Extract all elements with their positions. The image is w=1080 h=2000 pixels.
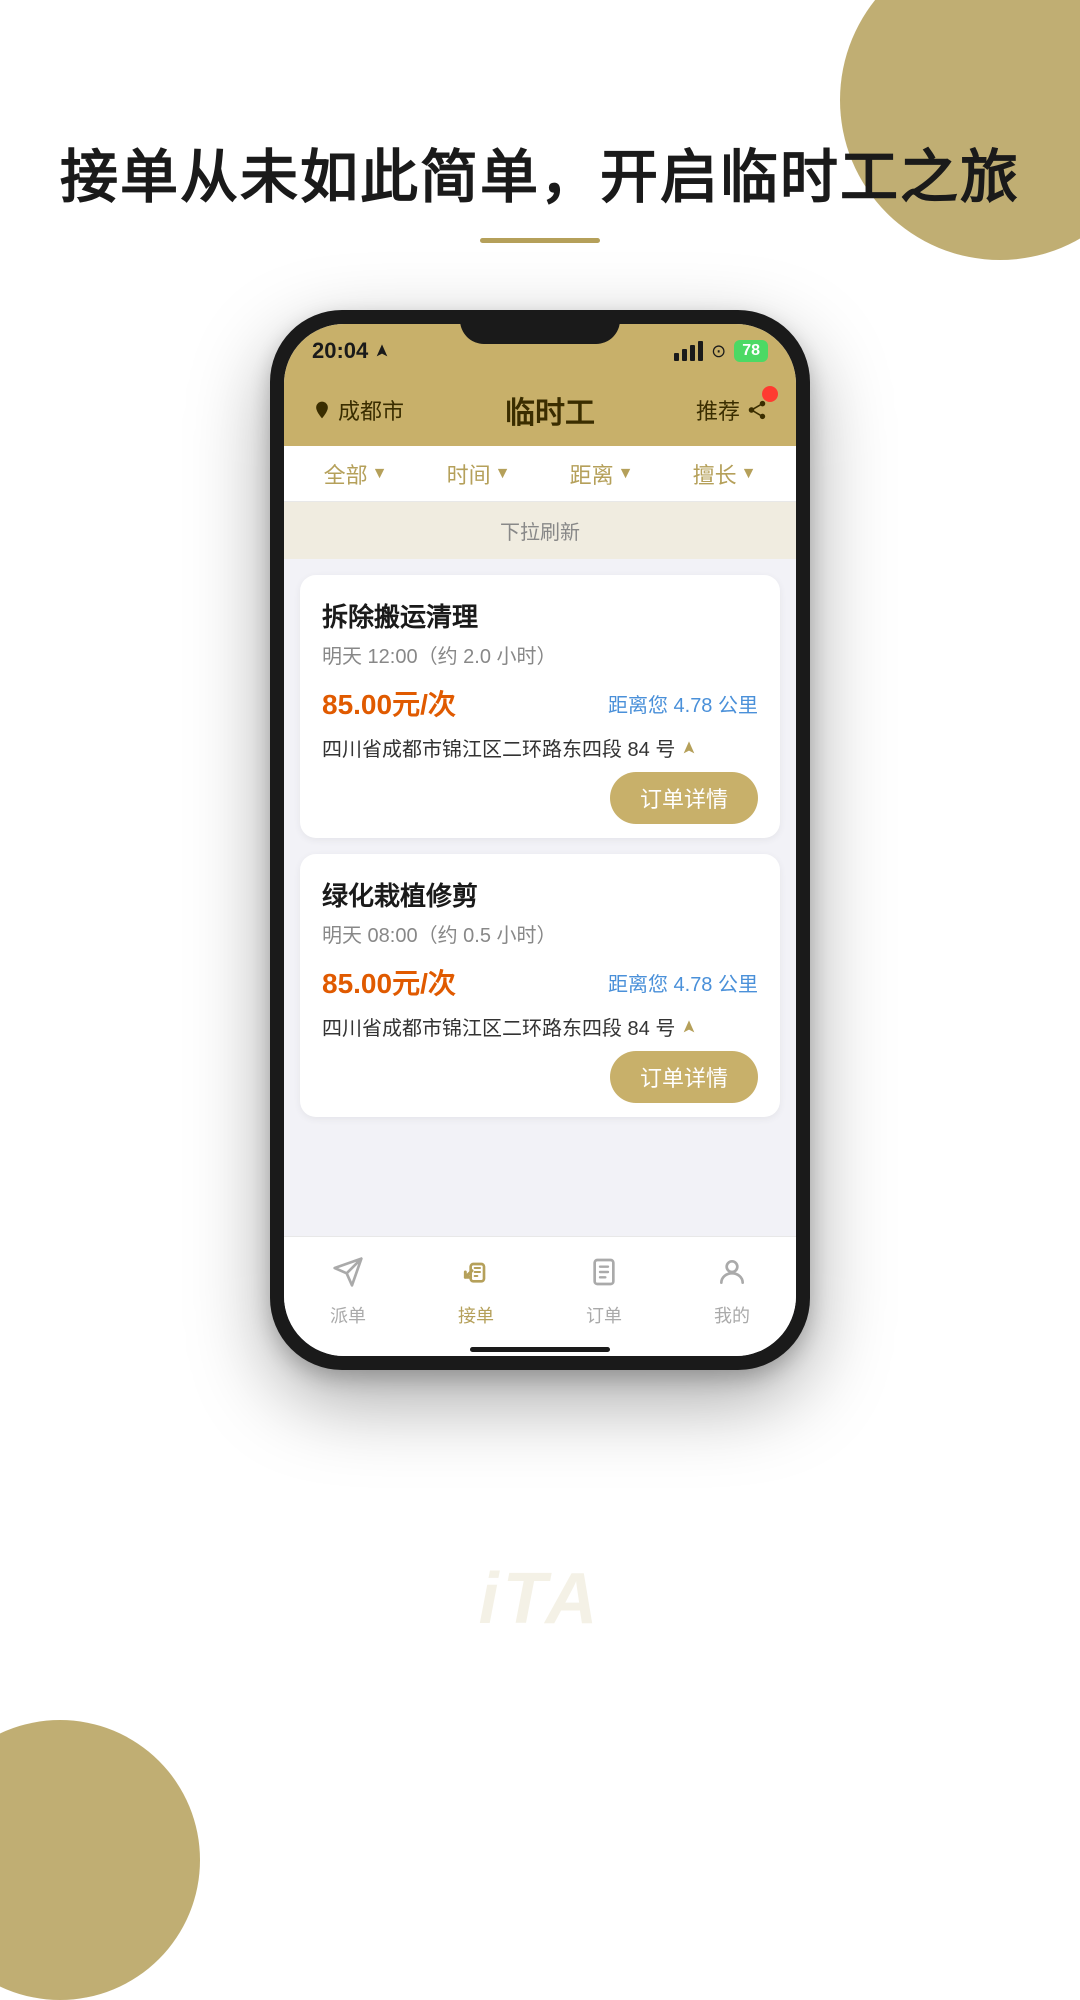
nav-icon-profile — [716, 1256, 748, 1296]
home-bar — [470, 1347, 610, 1352]
signal-icon — [674, 341, 703, 361]
nav-label-profile: 我的 — [714, 1302, 750, 1328]
time-text: 20:04 — [312, 338, 368, 364]
filter-bar: 全部 ▼ 时间 ▼ 距离 ▼ 擅长 ▼ — [284, 446, 796, 502]
filter-distance-chevron: ▼ — [618, 465, 634, 483]
job-time-2: 明天 08:00（约 0.5 小时） — [322, 919, 758, 948]
status-time: 20:04 — [312, 338, 390, 364]
bottom-nav: 派单 接单 — [284, 1236, 796, 1346]
pull-refresh: 下拉刷新 — [284, 502, 796, 559]
nav-label-accept: 接单 — [458, 1302, 494, 1328]
location-pin-icon — [312, 400, 332, 420]
wifi-icon: ⊙ — [711, 341, 726, 362]
headline-underline — [480, 238, 600, 243]
job-time-1: 明天 12:00（约 2.0 小时） — [322, 640, 758, 669]
deco-circle-bottom-left — [0, 1720, 200, 2000]
navigate-icon-1 — [681, 740, 697, 756]
filter-time-label: 时间 — [447, 458, 491, 490]
job-address-row-2: 四川省成都市锦江区二环路东四段 84 号 — [322, 1012, 758, 1041]
phone-notch — [460, 310, 620, 344]
ita-watermark: iTA — [479, 1558, 602, 1640]
filter-tab-all[interactable]: 全部 ▼ — [294, 446, 417, 501]
header-title: 临时工 — [505, 388, 595, 432]
nav-label-dispatch: 派单 — [330, 1302, 366, 1328]
battery-badge: 78 — [734, 340, 768, 362]
navigate-icon-2 — [681, 1019, 697, 1035]
job-price-row-2: 85.00元/次 距离您 4.78 公里 — [322, 962, 758, 1002]
job-card-2: 绿化栽植修剪 明天 08:00（约 0.5 小时） 85.00元/次 距离您 4… — [300, 854, 780, 1117]
filter-skill-chevron: ▼ — [741, 465, 757, 483]
job-address-1: 四川省成都市锦江区二环路东四段 84 号 — [322, 733, 697, 762]
job-price-row-1: 85.00元/次 距离您 4.78 公里 — [322, 683, 758, 723]
headline-section: 接单从未如此简单，开启临时工之旅 — [0, 130, 1080, 243]
job-distance-2: 距离您 4.78 公里 — [608, 968, 758, 997]
filter-all-chevron: ▼ — [372, 465, 388, 483]
detail-btn-2[interactable]: 订单详情 — [610, 1051, 758, 1103]
home-indicator — [284, 1346, 796, 1356]
cards-area: 拆除搬运清理 明天 12:00（约 2.0 小时） 85.00元/次 距离您 4… — [284, 559, 796, 1236]
nav-item-orders[interactable]: 订单 — [586, 1256, 622, 1328]
filter-time-chevron: ▼ — [495, 465, 511, 483]
headline-text: 接单从未如此简单，开启临时工之旅 — [0, 130, 1080, 214]
detail-btn-1[interactable]: 订单详情 — [610, 772, 758, 824]
job-price-2: 85.00元/次 — [322, 962, 456, 1002]
nav-icon-dispatch — [332, 1256, 364, 1296]
location-text: 成都市 — [338, 394, 404, 426]
job-title-2: 绿化栽植修剪 — [322, 876, 758, 913]
filter-all-label: 全部 — [324, 458, 368, 490]
job-address-2: 四川省成都市锦江区二环路东四段 84 号 — [322, 1012, 697, 1041]
phone-mockup: 20:04 ⊙ 78 — [270, 310, 810, 1370]
recommend-badge — [762, 386, 778, 402]
nav-item-profile[interactable]: 我的 — [714, 1256, 750, 1328]
job-address-row-1: 四川省成都市锦江区二环路东四段 84 号 — [322, 733, 758, 762]
nav-icon-orders — [588, 1256, 620, 1296]
job-title-1: 拆除搬运清理 — [322, 597, 758, 634]
header-recommend[interactable]: 推荐 — [696, 394, 768, 426]
pull-refresh-text: 下拉刷新 — [500, 522, 580, 544]
job-price-1: 85.00元/次 — [322, 683, 456, 723]
share-icon — [746, 399, 768, 421]
recommend-label: 推荐 — [696, 394, 740, 426]
nav-label-orders: 订单 — [586, 1302, 622, 1328]
location-arrow-icon — [374, 343, 390, 359]
status-right: ⊙ 78 — [674, 340, 768, 362]
nav-icon-accept — [460, 1256, 492, 1296]
filter-tab-distance[interactable]: 距离 ▼ — [540, 446, 663, 501]
filter-skill-label: 擅长 — [693, 458, 737, 490]
header-location[interactable]: 成都市 — [312, 394, 404, 426]
job-card-1: 拆除搬运清理 明天 12:00（约 2.0 小时） 85.00元/次 距离您 4… — [300, 575, 780, 838]
nav-item-dispatch[interactable]: 派单 — [330, 1256, 366, 1328]
app-header: 成都市 临时工 推荐 — [284, 378, 796, 446]
phone-outer: 20:04 ⊙ 78 — [270, 310, 810, 1370]
filter-distance-label: 距离 — [570, 458, 614, 490]
phone-inner: 20:04 ⊙ 78 — [284, 324, 796, 1356]
nav-item-accept[interactable]: 接单 — [458, 1256, 494, 1328]
job-distance-1: 距离您 4.78 公里 — [608, 689, 758, 718]
filter-tab-time[interactable]: 时间 ▼ — [417, 446, 540, 501]
filter-tab-skill[interactable]: 擅长 ▼ — [663, 446, 786, 501]
